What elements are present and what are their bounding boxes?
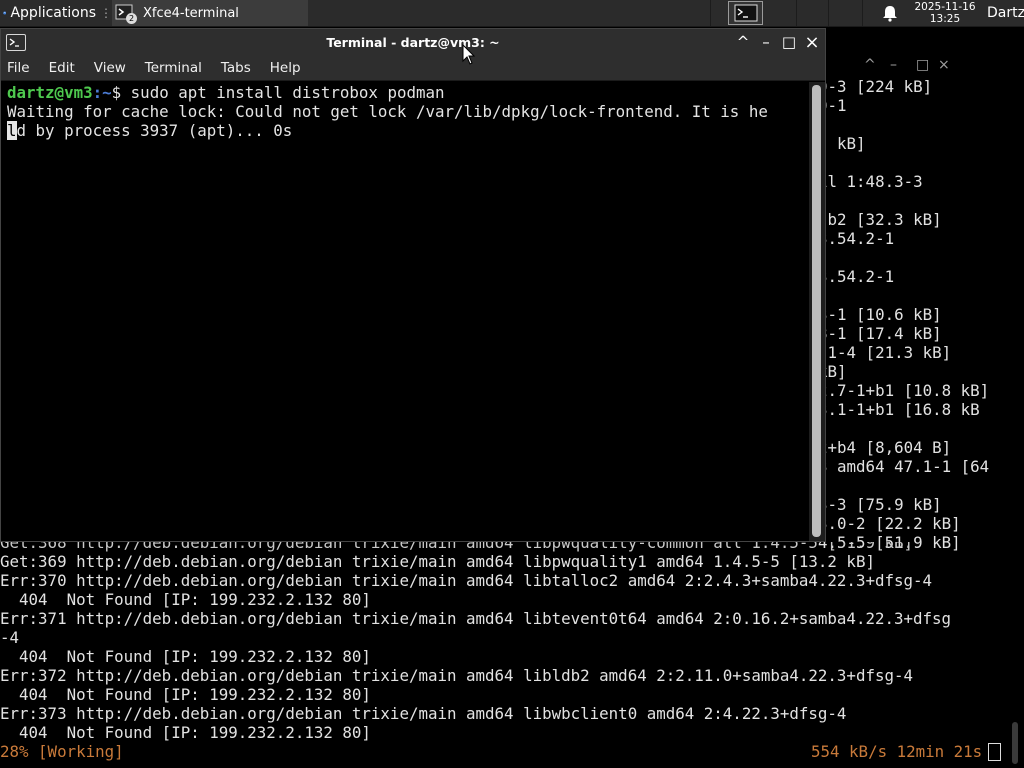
background-terminal-line: Err:370 http://deb.debian.org/debian tri…: [0, 571, 933, 590]
panel-separator: [796, 0, 797, 26]
background-terminal-fragment: 8-1 [17.4 kB]: [818, 324, 942, 343]
command-text: sudo apt install distrobox podman: [130, 83, 445, 102]
terminal-content[interactable]: dartz@vm3:~$ sudo apt install distrobox …: [1, 82, 809, 540]
minimize-button[interactable]: –: [755, 29, 777, 56]
background-terminal-fragment: 3.0-2 [22.2 kB]: [818, 514, 961, 533]
background-terminal-line: 404 Not Found [IP: 199.232.2.132 80]: [0, 685, 371, 704]
menu-terminal[interactable]: Terminal: [145, 60, 202, 76]
background-terminal-fragment: 0-3 [224 kB]: [818, 77, 933, 96]
background-terminal-line: 404 Not Found [IP: 199.232.2.132 80]: [0, 647, 371, 666]
menu-bar: File Edit View Terminal Tabs Help: [1, 56, 825, 81]
download-rate-text: 554 kB/s 12min 21s: [811, 742, 983, 761]
title-bar[interactable]: Terminal - dartz@vm3: ~ ^ – □ ×: [1, 29, 825, 56]
prompt-symbol: $: [111, 83, 131, 102]
applications-menu-label: Applications: [10, 5, 96, 21]
notification-bell-icon: [883, 6, 897, 22]
applications-menu-icon: [3, 11, 7, 15]
prompt-line: dartz@vm3:~$ sudo apt install distrobox …: [7, 83, 445, 102]
shade-button[interactable]: ^: [732, 29, 754, 56]
background-terminal-fragment: il 1:48.3-3: [818, 172, 923, 191]
clock-time: 13:25: [929, 13, 961, 25]
background-terminal-fragment: -b2 [32.3 kB]: [818, 210, 942, 229]
panel-separator: [828, 0, 829, 26]
background-terminal-fragment: 2+b4 [8,604 B]: [818, 438, 952, 457]
menu-edit[interactable]: Edit: [49, 60, 75, 76]
background-terminal-fragment: 3.54.2-1: [818, 267, 895, 286]
panel-separator: [862, 0, 863, 26]
background-terminal-line: Err:372 http://deb.debian.org/debian tri…: [0, 666, 914, 685]
taskbar-item-label: Xfce4-terminal: [143, 5, 239, 21]
window-title: Terminal - dartz@vm3: ~: [326, 35, 500, 50]
shade-button[interactable]: ^: [864, 57, 876, 73]
scrollbar-thumb[interactable]: [812, 85, 821, 537]
close-button[interactable]: ×: [801, 29, 823, 56]
output-line: ld by process 3937 (apt)... 0s: [7, 121, 292, 140]
text-cursor: l: [7, 121, 17, 140]
output-line-text: d by process 3937 (apt)... 0s: [16, 121, 293, 140]
menu-file[interactable]: File: [7, 60, 30, 76]
terminal-task-icon: 2: [115, 3, 137, 24]
applications-menu-button[interactable]: Applications ⋮: [0, 0, 112, 26]
menu-view[interactable]: View: [94, 60, 126, 76]
background-terminal-line: -4: [0, 628, 20, 647]
output-line: Waiting for cache lock: Could not get lo…: [7, 102, 768, 121]
user-menu[interactable]: Dartz: [987, 0, 1024, 26]
background-scrollbar[interactable]: [1012, 722, 1018, 764]
menu-tabs[interactable]: Tabs: [221, 60, 251, 76]
close-button[interactable]: ×: [938, 57, 950, 73]
background-terminal-line: Err:373 http://deb.debian.org/debian tri…: [0, 704, 847, 723]
prompt-user: dartz@vm3: [7, 83, 93, 102]
clock-date: 2025-11-16: [914, 1, 976, 13]
background-window-controls: ^ – □ ×: [824, 55, 1024, 77]
background-terminal-fragment: .1-4 [21.3 kB]: [818, 343, 952, 362]
terminal-window[interactable]: Terminal - dartz@vm3: ~ ^ – □ × File Edi…: [0, 28, 826, 542]
top-panel: Applications ⋮ 2 Xfce4-terminal 2025-11-…: [0, 0, 1024, 27]
background-terminal-line: Get:369 http://deb.debian.org/debian tri…: [0, 552, 875, 571]
taskbar-item-terminal[interactable]: 2 Xfce4-terminal: [112, 0, 308, 26]
terminal-launcher-icon: [734, 4, 757, 22]
background-terminal-line: 404 Not Found [IP: 199.232.2.132 80]: [0, 723, 371, 742]
minimize-button[interactable]: –: [890, 57, 897, 73]
terminal-launcher-button[interactable]: [728, 1, 763, 25]
task-count-badge: 2: [126, 13, 137, 24]
download-progress-text: 28% [Working]: [0, 742, 124, 761]
background-terminal-line: Err:371 http://deb.debian.org/debian tri…: [0, 609, 952, 628]
mouse-pointer-icon: [462, 44, 476, 65]
prompt-path: :~: [92, 83, 112, 102]
menu-help[interactable]: Help: [270, 60, 301, 76]
background-terminal-line: 404 Not Found [IP: 199.232.2.132 80]: [0, 590, 371, 609]
vertical-scrollbar[interactable]: [809, 82, 825, 541]
background-terminal-fragment: 3-1 [10.6 kB]: [818, 305, 942, 324]
background-terminal-fragment: 3-3 [75.9 kB]: [818, 495, 942, 514]
maximize-button[interactable]: □: [778, 29, 800, 56]
background-terminal-fragment: 2.7-1+b1 [10.8 kB]: [818, 381, 990, 400]
separator-dots: ⋮: [100, 6, 112, 20]
panel-separator: [710, 0, 711, 26]
background-terminal-fragment: 3.1-1+b1 [16.8 kB: [818, 400, 980, 419]
maximize-button[interactable]: □: [916, 57, 929, 73]
terminal-cursor: [988, 743, 1001, 761]
background-terminal-fragment: 3.54.2-1: [818, 229, 895, 248]
notification-button[interactable]: [880, 3, 900, 23]
background-terminal-fragment: 3 amd64 47.1-1 [64: [818, 457, 990, 476]
clock[interactable]: 2025-11-16 13:25: [908, 1, 982, 25]
